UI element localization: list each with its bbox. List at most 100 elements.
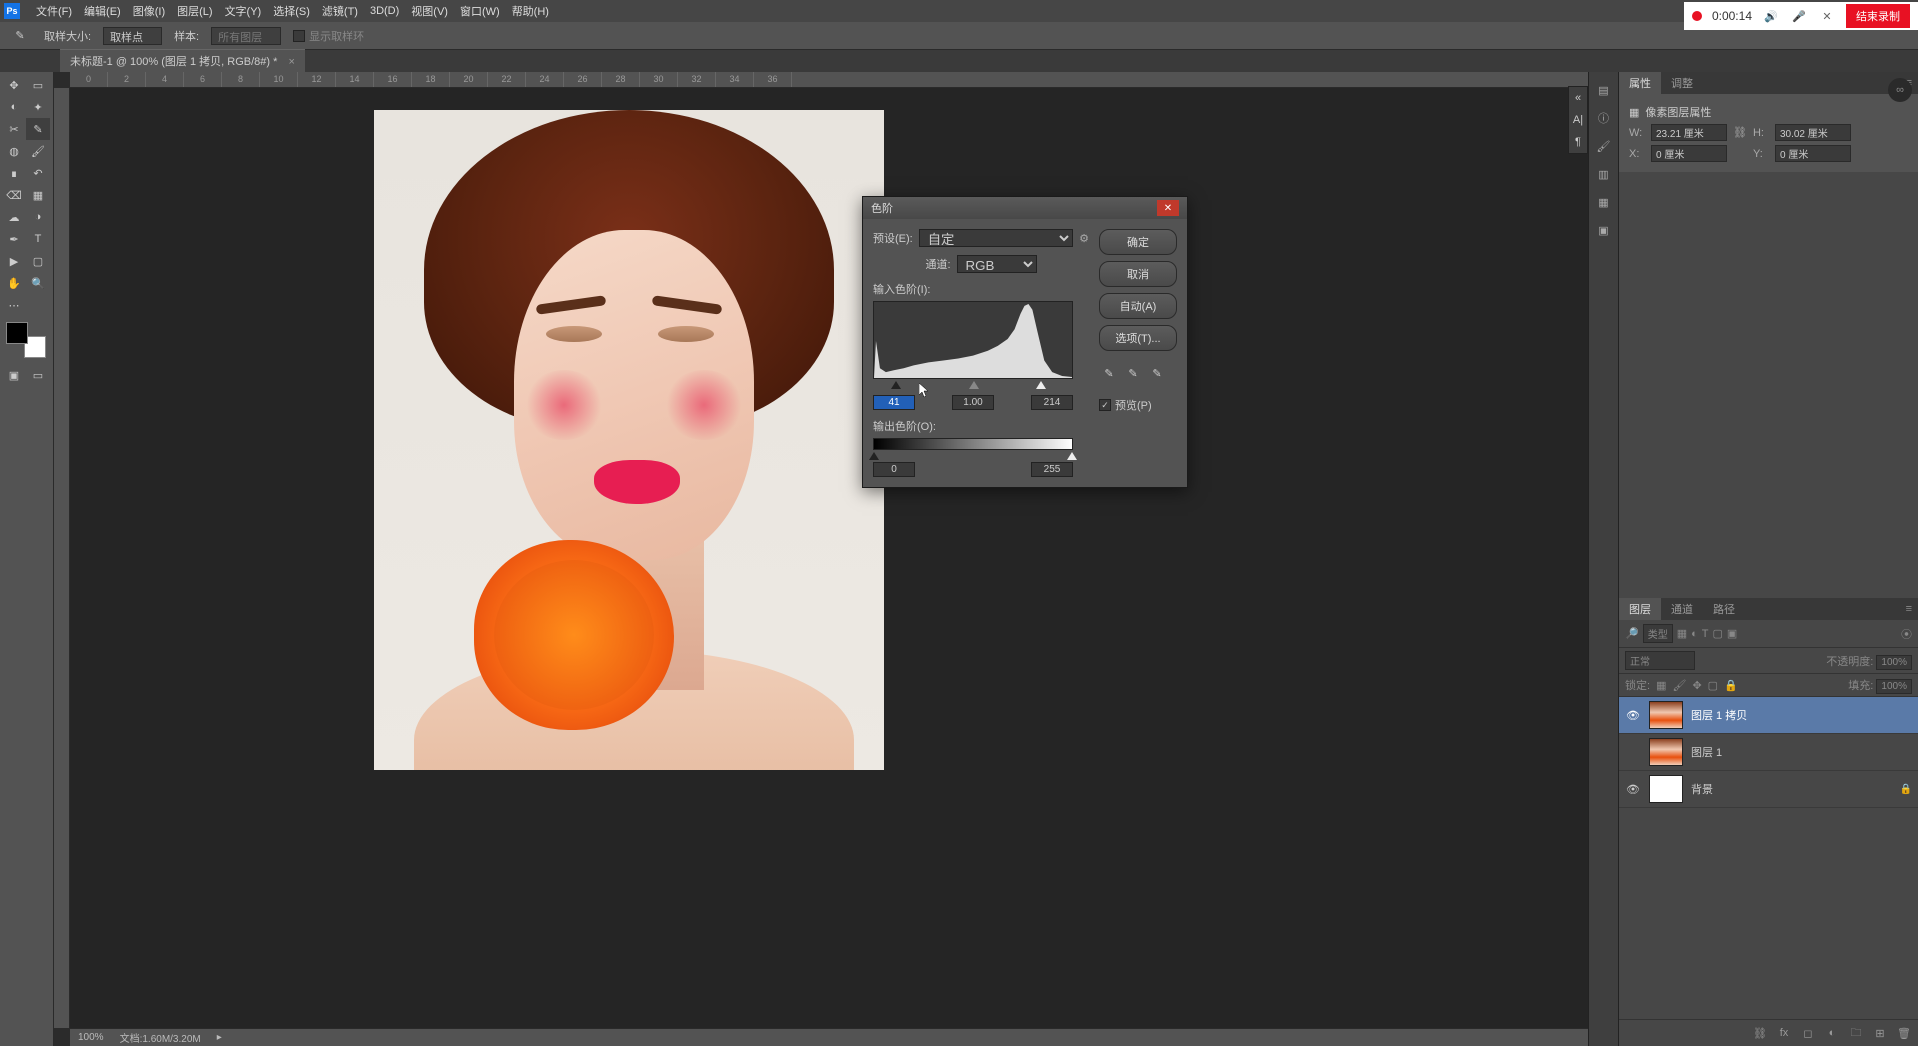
collapse-icon[interactable]: «	[1569, 87, 1587, 109]
history-panel-icon[interactable]: ▤	[1592, 78, 1616, 102]
dodge-tool-icon[interactable]: ◑	[26, 206, 50, 228]
output-high-input[interactable]	[1031, 462, 1073, 477]
tab-properties[interactable]: 属性	[1619, 72, 1661, 94]
output-low-input[interactable]	[873, 462, 915, 477]
filter-type-icon[interactable]: T	[1702, 628, 1709, 640]
layer-item[interactable]: 👁 图层 1 拷贝	[1619, 697, 1918, 734]
brush-settings-icon[interactable]: 🖌	[1592, 134, 1616, 158]
stamp-tool-icon[interactable]: ∎	[2, 162, 26, 184]
menu-edit[interactable]: 编辑(E)	[78, 3, 127, 19]
zoom-tool-icon[interactable]: 🔍	[26, 272, 50, 294]
filter-adjust-icon[interactable]: ◐	[1691, 628, 1698, 640]
eyedropper-tool-icon[interactable]: ✎	[26, 118, 50, 140]
layer-name[interactable]: 图层 1	[1691, 744, 1912, 760]
group-icon[interactable]: 🗀	[1846, 1024, 1866, 1042]
link-layers-icon[interactable]: ⛓	[1750, 1024, 1770, 1042]
menu-view[interactable]: 视图(V)	[405, 3, 454, 19]
menu-3d[interactable]: 3D(D)	[364, 5, 405, 17]
close-icon[interactable]: ✕	[1818, 7, 1836, 25]
cancel-button[interactable]: 取消	[1099, 261, 1177, 287]
swatches-icon[interactable]: ▦	[1592, 190, 1616, 214]
foreground-color-icon[interactable]	[6, 322, 28, 344]
highlight-slider-icon[interactable]	[1036, 381, 1046, 389]
history-brush-tool-icon[interactable]: ↶	[26, 162, 50, 184]
visibility-toggle-icon[interactable]: 👁	[1625, 709, 1641, 722]
edit-toolbar-icon[interactable]: ⋯	[2, 294, 26, 316]
layer-item[interactable]: 图层 1	[1619, 734, 1918, 771]
menu-filter[interactable]: 滤镜(T)	[316, 3, 364, 19]
blend-mode-select[interactable]: 正常	[1625, 651, 1695, 670]
preset-select[interactable]: 自定	[919, 229, 1073, 247]
filter-search-icon[interactable]: 🔎	[1625, 627, 1639, 640]
blur-tool-icon[interactable]: ☁	[2, 206, 26, 228]
x-field[interactable]	[1651, 145, 1727, 162]
screenmode-icon[interactable]: ▭	[26, 364, 50, 386]
libraries-icon[interactable]: ▣	[1592, 218, 1616, 242]
show-ring-checkbox[interactable]	[293, 30, 305, 42]
output-shadow-slider-icon[interactable]	[869, 452, 879, 460]
stop-recording-button[interactable]: 结束录制	[1846, 4, 1910, 28]
magic-wand-tool-icon[interactable]: ✦	[26, 96, 50, 118]
layer-mask-icon[interactable]: ◻	[1798, 1024, 1818, 1042]
adjustment-layer-icon[interactable]: ◐	[1822, 1024, 1842, 1042]
shape-tool-icon[interactable]: ▢	[26, 250, 50, 272]
midtone-slider-icon[interactable]	[969, 381, 979, 389]
tab-paths[interactable]: 路径	[1703, 598, 1745, 620]
options-button[interactable]: 选项(T)...	[1099, 325, 1177, 351]
shadow-input[interactable]	[873, 395, 915, 410]
eyedropper-tool-icon[interactable]: ✎	[8, 25, 32, 47]
dialog-close-icon[interactable]: ✕	[1157, 200, 1179, 216]
menu-window[interactable]: 窗口(W)	[454, 3, 506, 19]
lock-paint-icon[interactable]: 🖌	[1672, 679, 1686, 692]
fill-field[interactable]: 100%	[1876, 679, 1912, 694]
color-swatch[interactable]	[6, 322, 46, 358]
sample-size-select[interactable]: 取样点	[103, 27, 162, 45]
filter-kind-select[interactable]: 类型	[1643, 624, 1673, 643]
doc-size-info[interactable]: 文档:1.60M/3.20M	[120, 1030, 201, 1045]
marquee-tool-icon[interactable]: ▭	[26, 74, 50, 96]
preset-gear-icon[interactable]: ⚙	[1079, 232, 1089, 245]
tab-layers[interactable]: 图层	[1619, 598, 1661, 620]
menu-type[interactable]: 文字(Y)	[219, 3, 268, 19]
sample-select[interactable]: 所有图层	[211, 27, 281, 45]
lock-artboard-icon[interactable]: ▢	[1708, 679, 1718, 692]
input-slider[interactable]	[873, 383, 1073, 391]
delete-layer-icon[interactable]: 🗑	[1894, 1024, 1914, 1042]
move-tool-icon[interactable]: ✥	[2, 74, 26, 96]
menu-image[interactable]: 图像(I)	[127, 3, 171, 19]
layer-name[interactable]: 背景	[1691, 781, 1892, 797]
filter-pixel-icon[interactable]: ▦	[1677, 627, 1687, 640]
brush-tool-icon[interactable]: 🖌	[26, 140, 50, 162]
close-tab-icon[interactable]: ×	[288, 56, 294, 68]
menu-help[interactable]: 帮助(H)	[506, 3, 555, 19]
paragraph-panel-icon[interactable]: ¶	[1569, 131, 1587, 153]
character-panel-icon[interactable]: A|	[1569, 109, 1587, 131]
filter-shape-icon[interactable]: ▢	[1713, 627, 1723, 640]
document-tab[interactable]: 未标题-1 @ 100% (图层 1 拷贝, RGB/8#) * ×	[60, 49, 305, 72]
highlight-input[interactable]	[1031, 395, 1073, 410]
levels-dialog[interactable]: 色阶 ✕ 预设(E): 自定 ⚙ 通道: RGB 输入色阶(I):	[862, 196, 1188, 488]
status-chevron-icon[interactable]: ▸	[217, 1032, 222, 1043]
zoom-level[interactable]: 100%	[78, 1032, 104, 1043]
gradient-tool-icon[interactable]: ▦	[26, 184, 50, 206]
brushes-panel-icon[interactable]: ▥	[1592, 162, 1616, 186]
filter-toggle-icon[interactable]: ⦿	[1901, 626, 1912, 642]
pen-tool-icon[interactable]: ✒	[2, 228, 26, 250]
new-layer-icon[interactable]: ⊞	[1870, 1024, 1890, 1042]
hand-tool-icon[interactable]: ✋	[2, 272, 26, 294]
eraser-tool-icon[interactable]: ⌫	[2, 184, 26, 206]
menu-layer[interactable]: 图层(L)	[171, 3, 218, 19]
lock-transparent-icon[interactable]: ▦	[1656, 679, 1666, 692]
channel-select[interactable]: RGB	[957, 255, 1037, 273]
tab-channels[interactable]: 通道	[1661, 598, 1703, 620]
document-canvas[interactable]	[374, 110, 884, 770]
shadow-slider-icon[interactable]	[891, 381, 901, 389]
healing-tool-icon[interactable]: ◍	[2, 140, 26, 162]
filter-smart-icon[interactable]: ▣	[1727, 627, 1737, 640]
type-tool-icon[interactable]: T	[26, 228, 50, 250]
layer-thumbnail[interactable]	[1649, 775, 1683, 803]
visibility-toggle-icon[interactable]: 👁	[1625, 783, 1641, 796]
info-panel-icon[interactable]: ⓘ	[1592, 106, 1616, 130]
white-point-eyedropper-icon[interactable]: ✎	[1147, 363, 1167, 383]
layer-style-icon[interactable]: fx	[1774, 1024, 1794, 1042]
